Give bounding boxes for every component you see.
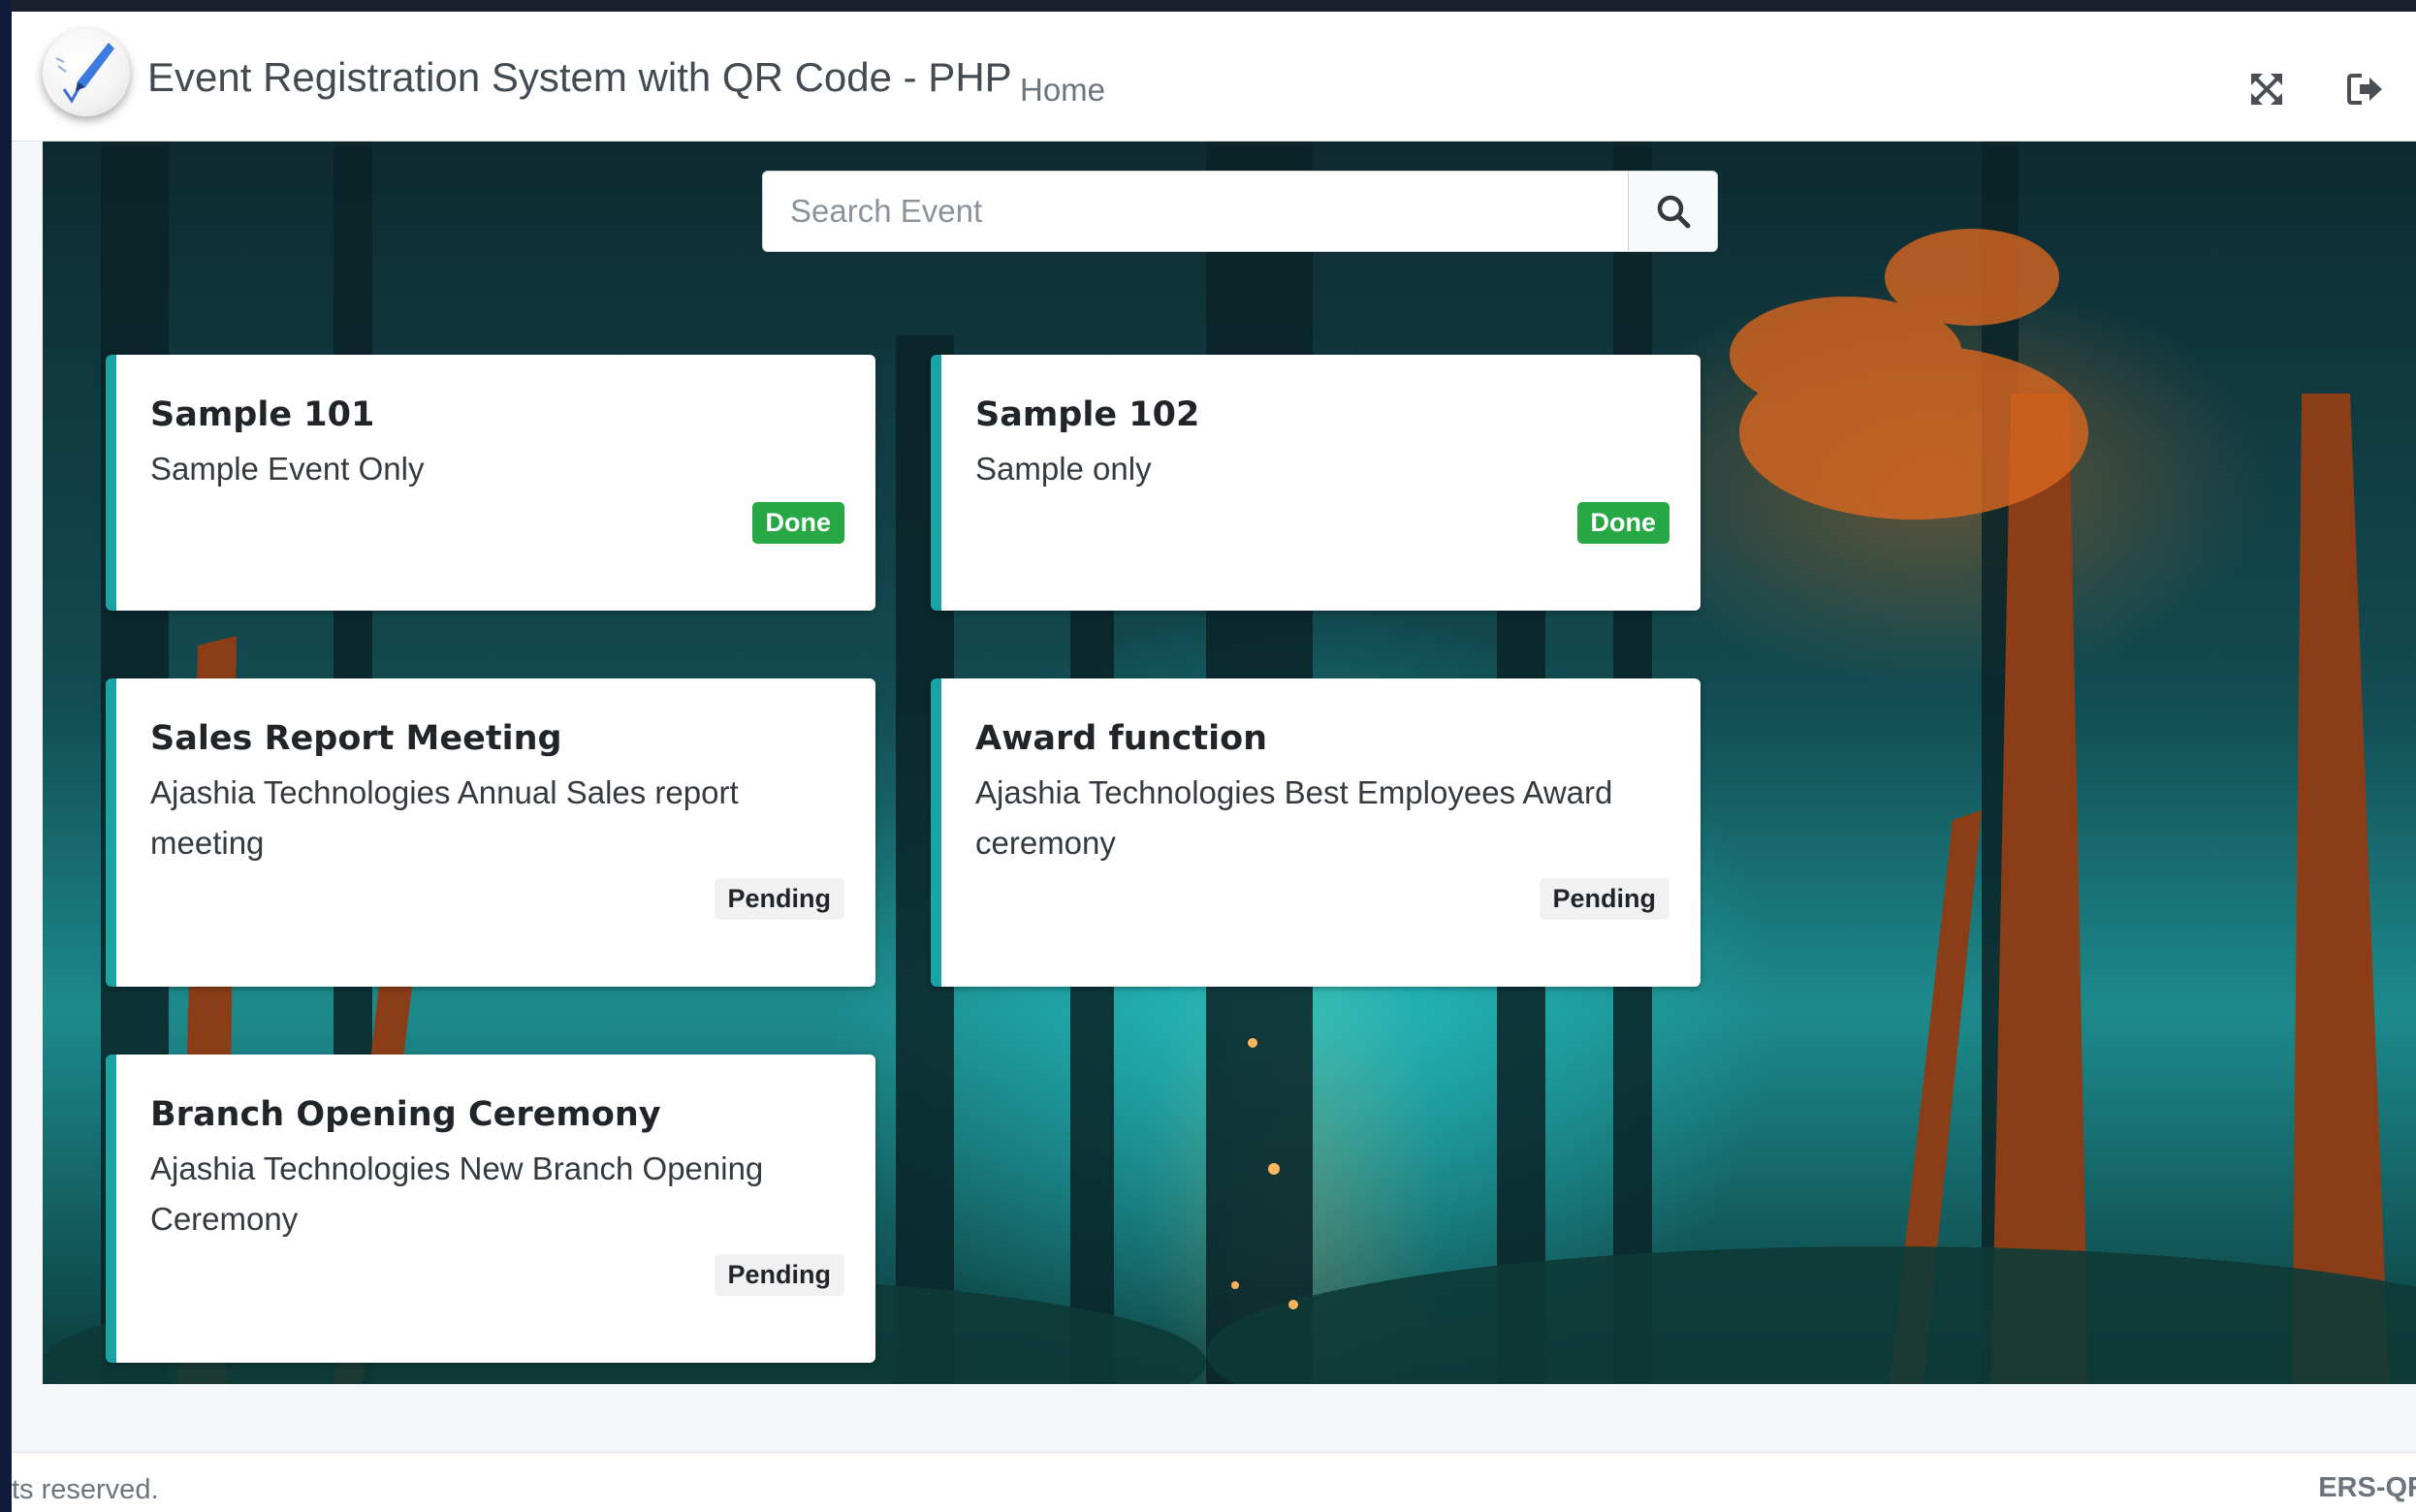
event-title: Sample 101 [150,395,375,434]
window-left-border [0,0,12,1512]
search-bar [762,171,1718,252]
event-title: Branch Opening Ceremony [150,1095,661,1134]
events-content: Sample 101 Sample Event Only Done Sample… [43,142,2416,1384]
search-icon [1657,195,1691,229]
footer-copyright: ts reserved. [12,1474,159,1505]
event-title: Sample 102 [975,395,1200,434]
nav-home-link[interactable]: Home [1020,72,1105,109]
event-description: Sample Event Only [150,451,425,487]
footer-app-code: ERS-QR [2318,1472,2416,1503]
event-card[interactable]: Sales Report Meeting Ajashia Technologie… [106,678,875,987]
event-description: Ajashia Technologies Best Employees Awar… [975,774,1613,861]
event-title: Award function [975,719,1268,758]
status-badge: Done [1576,502,1669,544]
app-frame: Event Registration System with QR Code -… [12,12,2416,1512]
search-input[interactable] [763,172,1628,251]
top-navbar: Event Registration System with QR Code -… [12,12,2416,142]
logout-icon[interactable] [2346,70,2385,109]
event-title: Sales Report Meeting [150,719,562,758]
event-description: Ajashia Technologies Annual Sales report… [150,774,739,861]
event-card[interactable]: Branch Opening Ceremony Ajashia Technolo… [106,1055,875,1363]
search-button[interactable] [1628,172,1717,251]
event-card[interactable]: Sample 101 Sample Event Only Done [106,355,875,611]
status-badge: Done [751,502,844,544]
logo-icon[interactable] [43,29,130,116]
event-description: Sample only [975,451,1152,487]
page-footer: ts reserved. ERS-QR [12,1452,2416,1512]
app-title[interactable]: Event Registration System with QR Code -… [147,54,1012,101]
fullscreen-icon[interactable] [2247,70,2286,109]
window-top-border [0,0,2416,12]
status-badge: Pending [714,878,844,920]
event-description: Ajashia Technologies New Branch Opening … [150,1150,764,1237]
status-badge: Pending [714,1254,844,1296]
event-card[interactable]: Sample 102 Sample only Done [931,355,1701,611]
event-card[interactable]: Award function Ajashia Technologies Best… [931,678,1701,987]
status-badge: Pending [1539,878,1669,920]
